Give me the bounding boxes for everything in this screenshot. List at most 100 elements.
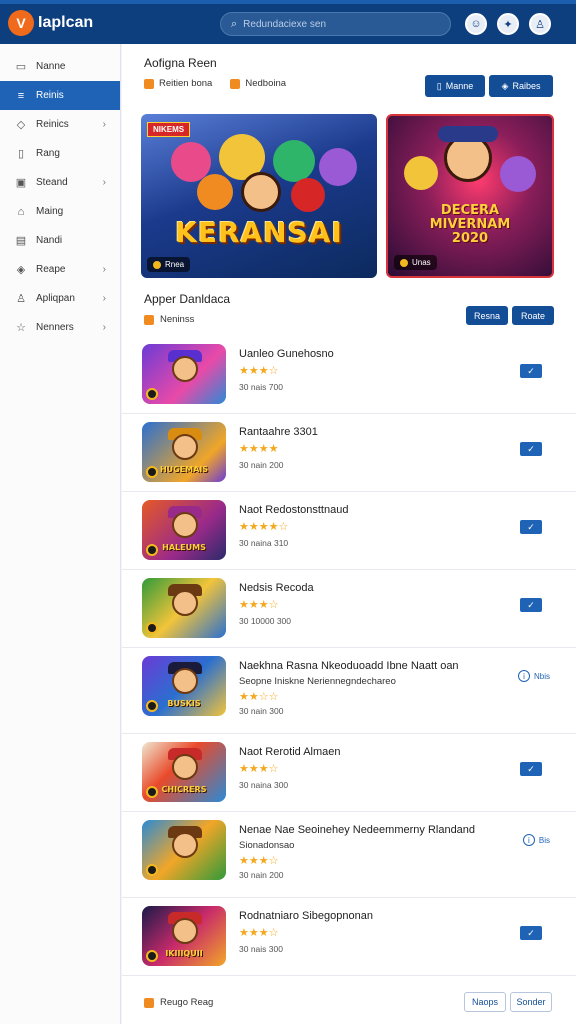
profile-avatar-icon[interactable]: ☺	[465, 13, 487, 35]
raibes-button[interactable]: ◈ Raibes	[489, 75, 553, 97]
chevron-right-icon: ›	[102, 119, 106, 130]
filter-bar: Reitien bona Nedboina	[144, 78, 286, 89]
page-title: Aofigna Reen	[144, 56, 217, 70]
list-item[interactable]: Nedsis Recoda ★★★☆ 30 10000 300 ✓	[122, 570, 576, 648]
button-label: Raibes	[512, 81, 541, 91]
game-meta: 30 nais 300	[239, 944, 283, 954]
coin-icon	[153, 260, 161, 269]
game-thumbnail[interactable]	[142, 344, 226, 404]
badge-label: Unas	[412, 258, 431, 267]
book-icon: ▯	[17, 148, 25, 160]
filter-chip-1[interactable]: Reitien bona	[144, 78, 212, 89]
sidebar-item[interactable]: ▯ Rang	[0, 139, 120, 168]
download-button[interactable]: ✓	[520, 926, 542, 940]
featured-banner-secondary[interactable]: DECERA MIVERNAM 2020 Unas	[386, 114, 554, 278]
info-link[interactable]: i Bis	[522, 834, 550, 846]
filter-chip-label: Nedboina	[245, 78, 287, 89]
list-icon: ≡	[17, 89, 25, 102]
game-meta: 30 naina 310	[239, 538, 289, 548]
sidebar-item[interactable]: ▭ Nanne	[0, 52, 120, 81]
check-icon: ✓	[527, 763, 535, 774]
chevron-right-icon: ›	[102, 322, 106, 333]
star-rating-icon: ★★★☆	[239, 927, 279, 939]
info-icon: i	[522, 834, 535, 846]
game-meta: 30 nain 200	[239, 460, 284, 470]
game-title[interactable]: Uanleo Gunehosno	[239, 348, 334, 360]
search-input[interactable]	[243, 18, 434, 30]
list-item[interactable]: IKIIIQUII Rodnatniaro Sibegopnonan ★★★☆ 30 …	[122, 898, 576, 976]
featured-banner-main[interactable]: NIKEMS KERANSAI Rnea	[141, 114, 377, 278]
sonder-button[interactable]: Sonder	[510, 992, 552, 1012]
sidebar-item-label: Reinics	[36, 119, 69, 130]
list-item[interactable]: BUSKIS Naekhna Rasna Nkeoduoadd Ibne Naat…	[122, 648, 576, 734]
filter-icon	[230, 78, 241, 89]
check-icon: ✓	[527, 521, 535, 532]
game-title[interactable]: Nedsis Recoda	[239, 582, 314, 594]
download-button[interactable]: ✓	[520, 598, 542, 612]
game-thumbnail[interactable]: HALEUMS	[142, 500, 226, 560]
chevron-right-icon: ›	[102, 264, 106, 275]
roate-button[interactable]: Roate	[512, 306, 554, 325]
search-icon: ⌕	[231, 17, 238, 30]
resna-button[interactable]: Resna	[466, 306, 508, 325]
manne-button[interactable]: ▯ Manne	[425, 75, 485, 97]
info-link[interactable]: i Nbis	[517, 670, 550, 682]
search-bar[interactable]: ⌕	[220, 12, 451, 36]
filter-icon	[144, 314, 154, 325]
sidebar-item[interactable]: ◈ Reape ›	[0, 255, 120, 284]
download-button[interactable]: ✓	[520, 520, 542, 534]
game-thumbnail[interactable]: IKIIIQUII	[142, 906, 226, 966]
sidebar-item[interactable]: ⌂ Maing	[0, 197, 120, 226]
game-meta: 30 10000 300	[239, 616, 291, 626]
thumbnail-label: HUGEMAIS	[159, 465, 209, 474]
info-label: Nbis	[533, 671, 550, 681]
game-title[interactable]: Naot Redostonsttnaud	[239, 504, 348, 516]
game-controller-icon[interactable]: ✦	[497, 13, 519, 35]
game-title[interactable]: Naot Rerotid Almaen	[239, 746, 341, 758]
chip-label: Neninss	[160, 314, 195, 325]
tag-icon: ◈	[16, 264, 26, 276]
game-title[interactable]: Rodnatniaro Sibegopnonan	[239, 910, 373, 922]
folder-icon: ⌂	[17, 205, 25, 218]
badge-label: Rnea	[165, 260, 185, 269]
user-avatar-icon[interactable]: ♙	[529, 13, 551, 35]
banner-title-line: DECERA	[440, 203, 500, 218]
app-logo[interactable]: V Iaplcan	[8, 10, 93, 36]
game-thumbnail[interactable]: HUGEMAIS	[142, 422, 226, 482]
list-item[interactable]: HUGEMAIS Rantaahre 3301 ★★★★ 30 nain 200 ✓	[122, 414, 576, 492]
sidebar-item[interactable]: ▣ Steand ›	[0, 168, 120, 197]
download-button[interactable]: ✓	[520, 442, 542, 456]
game-title[interactable]: Naekhna Rasna Nkeoduoadd Ibne Naatt oan	[239, 660, 459, 672]
game-thumbnail[interactable]	[142, 578, 226, 638]
list-item[interactable]: CHICRERS Naot Rerotid Almaen ★★★☆ 30 naina …	[122, 734, 576, 812]
section-filter-chip[interactable]: Neninss	[144, 314, 194, 325]
filter-icon	[144, 78, 154, 89]
game-list: Uanleo Gunehosno ★★★☆ 30 nais 700 ✓ HUGEMAIS…	[122, 336, 576, 976]
game-thumbnail[interactable]	[142, 820, 226, 880]
game-title[interactable]: Rantaahre 3301	[239, 426, 318, 438]
naops-button[interactable]: Naops	[464, 992, 506, 1012]
download-button[interactable]: ✓	[520, 762, 542, 776]
sidebar-item[interactable]: ◇ Reinics ›	[0, 110, 120, 139]
star-rating-icon: ★★★☆	[239, 855, 279, 867]
sidebar-item-label: Nandi	[36, 235, 63, 246]
filter-chip-2[interactable]: Nedboina	[230, 78, 286, 89]
list-item[interactable]: Nenae Nae Seoinehey Nedeemmerny Rlandand…	[122, 812, 576, 898]
banner-badge: Unas	[394, 255, 437, 270]
document-icon: ▤	[15, 235, 27, 247]
sidebar-item[interactable]: ≡ Reinis	[0, 81, 120, 110]
list-item[interactable]: Uanleo Gunehosno ★★★☆ 30 nais 700 ✓	[122, 336, 576, 414]
footer-chip[interactable]: Reugo Reag	[144, 997, 213, 1008]
tag-icon: ◈	[501, 80, 509, 91]
download-button[interactable]: ✓	[520, 364, 542, 378]
list-item[interactable]: HALEUMS Naot Redostonsttnaud ★★★★☆ 30 naina…	[122, 492, 576, 570]
sidebar-item[interactable]: ▤ Nandi	[0, 226, 120, 255]
game-thumbnail[interactable]: CHICRERS	[142, 742, 226, 802]
diamond-icon: ◇	[16, 119, 26, 131]
sidebar-item[interactable]: ☆ Nenners ›	[0, 313, 120, 342]
sidebar-item-label: Rang	[36, 148, 60, 159]
game-thumbnail[interactable]: BUSKIS	[142, 656, 226, 716]
sidebar-item[interactable]: ♙ Apliqpan ›	[0, 284, 120, 313]
chevron-right-icon: ›	[102, 177, 106, 188]
game-title[interactable]: Nenae Nae Seoinehey Nedeemmerny Rlandand	[239, 824, 475, 836]
